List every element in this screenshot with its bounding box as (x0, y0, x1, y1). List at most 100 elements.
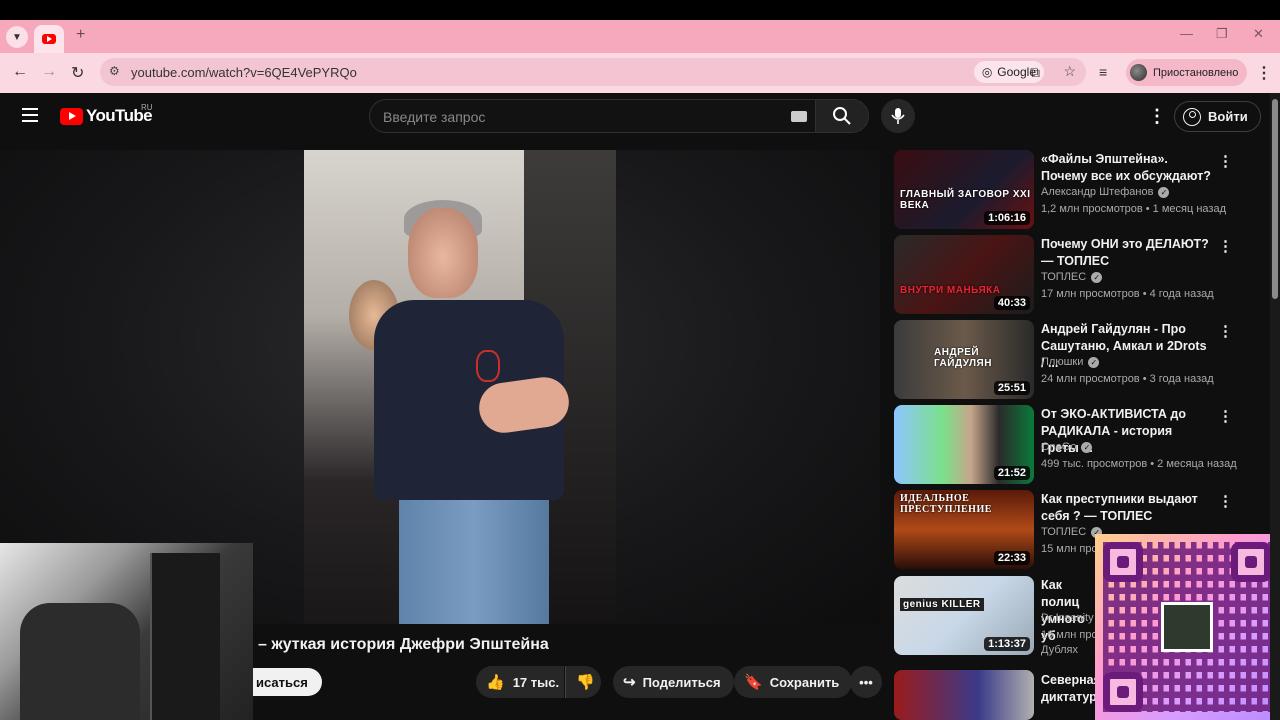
video-meta: 24 млн просмотров • 3 года назад (1041, 373, 1214, 385)
more-horizontal-icon: ••• (859, 674, 873, 690)
verified-icon: ✓ (1091, 271, 1103, 283)
media-controls-icon[interactable]: ≡ (1099, 64, 1107, 80)
save-label: Сохранить (769, 674, 840, 690)
page-scrollbar[interactable] (1270, 93, 1280, 720)
more-actions-button[interactable]: ••• (850, 666, 882, 698)
verified-icon: ✓ (1081, 441, 1093, 453)
video-frame[interactable] (304, 150, 616, 624)
more-options-icon[interactable]: ⋮ (1218, 237, 1233, 255)
scrollbar-thumb[interactable] (1272, 99, 1278, 299)
country-code: RU (141, 103, 153, 112)
youtube-play-icon (60, 107, 83, 125)
close-window-icon[interactable]: ✕ (1253, 26, 1264, 42)
install-app-icon[interactable]: ⧉ (1030, 64, 1040, 81)
video-duration: 21:52 (993, 466, 1030, 480)
recommendation-item[interactable]: ГЛАВНЫЙ ЗАГОВОР XXI ВЕКА 1:06:16 «Файлы … (894, 150, 1234, 232)
frame-face (408, 208, 478, 298)
profile-button[interactable]: Приостановлено (1126, 59, 1248, 86)
recommendation-item[interactable]: ВНУТРИ МАНЬЯКА 40:33 Почему ОНИ это ДЕЛА… (894, 235, 1234, 317)
tab-youtube[interactable] (34, 25, 64, 53)
url-text[interactable]: youtube.com/watch?v=6QE4VePYRQo (131, 65, 357, 80)
channel-name-row[interactable]: ТОПЛЕС ✓ (1041, 271, 1103, 283)
more-options-icon[interactable]: ⋮ (1218, 492, 1233, 510)
video-duration: 22:33 (993, 551, 1030, 565)
microphone-icon (891, 108, 905, 124)
share-icon: ↪ (623, 674, 636, 691)
channel-name-row[interactable]: ТОПЛЕС ✓ (1041, 526, 1103, 538)
video-thumbnail[interactable]: ИДЕАЛЬНОЕ ПРЕСТУПЛЕНИЕ 22:33 (894, 490, 1034, 569)
channel-name-row[interactable]: Плюшки ✓ (1041, 356, 1100, 368)
channel-name-row[interactable]: OneGo ✓ (1041, 441, 1093, 453)
channel-name: ТОПЛЕС (1041, 271, 1087, 283)
tab-strip: ▼ + — ❐ ✕ (0, 20, 1280, 53)
tab-search-button[interactable]: ▼ (6, 26, 28, 48)
webcam-person (20, 603, 140, 720)
qr-finder-icon (1103, 542, 1143, 582)
channel-name: Dr Insanity (1041, 612, 1094, 624)
screen-top-bar (0, 0, 1280, 20)
video-meta: 17 млн просмотров • 4 года назад (1041, 288, 1214, 300)
search-input[interactable]: Введите запрос (369, 99, 815, 133)
recommendation-title[interactable]: Северная диктатур (1041, 672, 1101, 706)
more-options-icon[interactable]: ⋮ (1218, 407, 1233, 425)
dubbed-badge: Дублях (1041, 644, 1078, 656)
video-thumbnail[interactable]: 21:52 (894, 405, 1034, 484)
minimize-icon[interactable]: — (1180, 26, 1193, 41)
back-icon[interactable]: ← (12, 63, 28, 81)
dislike-button[interactable]: 👎 (565, 666, 601, 698)
qr-code-overlay (1095, 534, 1280, 720)
video-duration: 40:33 (993, 296, 1030, 310)
more-options-icon[interactable]: ⋮ (1218, 322, 1233, 340)
video-thumbnail[interactable]: ВНУТРИ МАНЬЯКА 40:33 (894, 235, 1034, 314)
voice-search-button[interactable] (881, 99, 915, 133)
share-button[interactable]: ↪ Поделиться (613, 666, 734, 698)
like-button[interactable]: 👍 17 тыс. (476, 666, 564, 698)
search-button[interactable] (815, 99, 869, 133)
recommendation-title[interactable]: Почему ОНИ это ДЕЛАЮТ? — ТОПЛЕС (1041, 236, 1211, 270)
search-icon (833, 107, 851, 125)
channel-name: Александр Штефанов (1041, 186, 1154, 198)
channel-name: OneGo (1041, 441, 1077, 453)
more-options-icon[interactable]: ⋮ (1218, 152, 1233, 170)
address-bar[interactable]: ⚙ youtube.com/watch?v=6QE4VePYRQo ◎ Googl… (100, 58, 1086, 86)
new-tab-button[interactable]: + (76, 26, 85, 44)
video-thumbnail[interactable]: genius KILLER 1:13:37 (894, 576, 1034, 655)
thumbnail-caption: АНДРЕЙ ГАЙДУЛЯН (934, 347, 992, 369)
browser-menu-icon[interactable]: ⋮ (1256, 63, 1272, 83)
channel-name-row[interactable]: Александр Штефанов ✓ (1041, 186, 1170, 198)
youtube-logo[interactable]: YouTube (60, 106, 153, 126)
video-thumbnail[interactable]: ГЛАВНЫЙ ЗАГОВОР XXI ВЕКА 1:06:16 (894, 150, 1034, 229)
restore-icon[interactable]: ❐ (1216, 26, 1228, 42)
recommendation-title[interactable]: Как преступники выдают себя ? — ТОПЛЕС (1041, 491, 1211, 525)
like-count: 17 тыс. (512, 674, 560, 690)
qr-finder-icon (1231, 542, 1271, 582)
webcam-overlay (0, 543, 253, 720)
share-label: Поделиться (642, 674, 721, 690)
video-duration: 1:13:37 (984, 637, 1030, 651)
video-duration: 25:51 (993, 381, 1030, 395)
save-button[interactable]: 🔖 Сохранить (734, 666, 853, 698)
channel-name: ТОПЛЕС (1041, 526, 1087, 538)
menu-icon[interactable] (22, 108, 38, 122)
recommendation-title[interactable]: «Файлы Эпштейна». Почему все их обсуждаю… (1041, 151, 1211, 185)
video-thumbnail[interactable] (894, 670, 1034, 720)
recommendation-item[interactable]: АНДРЕЙ ГАЙДУЛЯН 25:51 Андрей Гайдулян - … (894, 320, 1234, 402)
search-placeholder: Введите запрос (383, 109, 486, 125)
youtube-header: YouTube RU Введите запрос ⋮ Войти (0, 93, 1270, 140)
channel-name-row[interactable]: Dr Insanity (1041, 612, 1094, 624)
webcam-background (150, 553, 220, 720)
forward-icon[interactable]: → (41, 63, 57, 81)
bookmark-icon: 🔖 (744, 674, 763, 691)
signin-button[interactable]: Войти (1174, 101, 1261, 132)
lens-icon: ◎ (981, 65, 993, 79)
video-thumbnail[interactable]: АНДРЕЙ ГАЙДУЛЯН 25:51 (894, 320, 1034, 399)
reload-icon[interactable]: ↻ (71, 63, 84, 83)
profile-avatar (1130, 64, 1147, 81)
keyboard-icon[interactable] (791, 111, 807, 122)
recommendation-item[interactable]: 21:52 От ЭКО-АКТИВИСТА до РАДИКАЛА - ист… (894, 405, 1237, 487)
bookmark-star-icon[interactable]: ☆ (1063, 63, 1076, 80)
profile-status: Приостановлено (1153, 66, 1239, 79)
site-info-icon[interactable]: ⚙ (109, 64, 120, 78)
settings-menu-icon[interactable]: ⋮ (1148, 106, 1166, 127)
video-duration: 1:06:16 (984, 211, 1030, 225)
